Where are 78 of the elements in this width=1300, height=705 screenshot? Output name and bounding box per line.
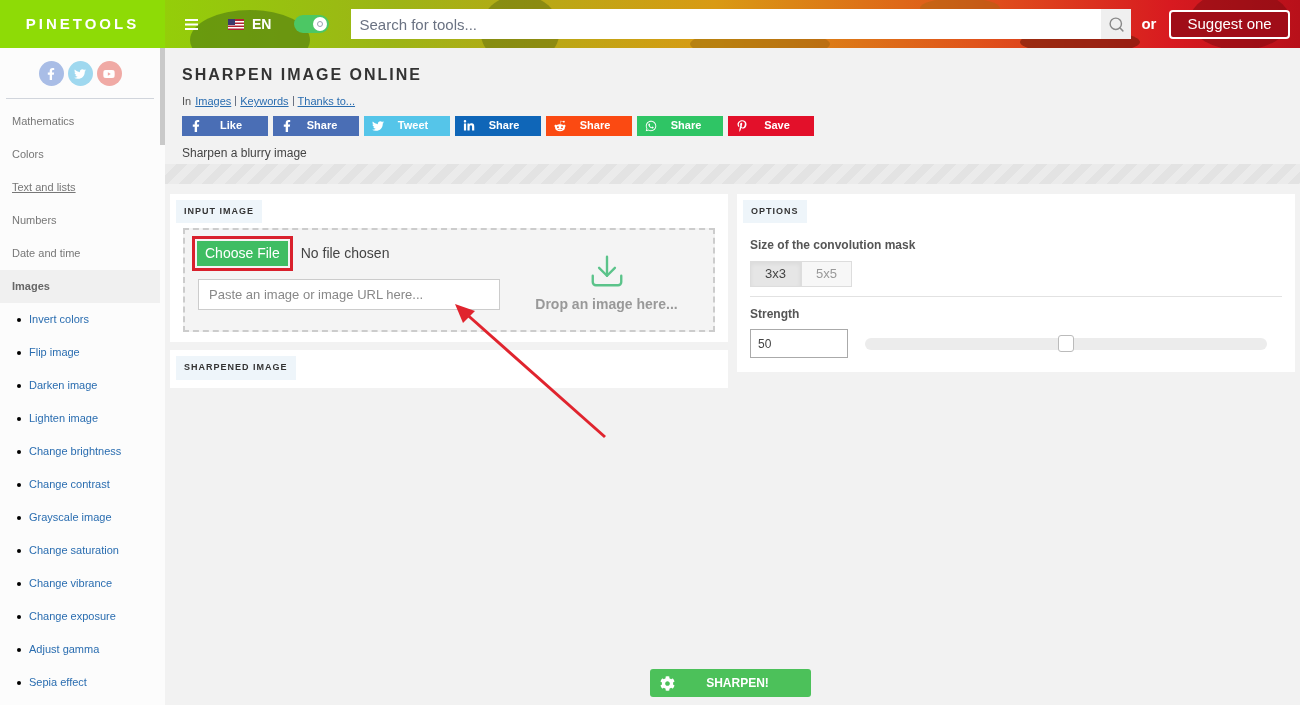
bullet-icon <box>17 581 21 586</box>
tool-link[interactable]: Flip image <box>29 344 80 361</box>
bullet-icon <box>17 350 21 355</box>
bullet-icon <box>17 614 21 619</box>
f-letter-icon <box>190 119 202 132</box>
breadcrumb-link[interactable]: Thanks to... <box>297 93 356 110</box>
bullet-icon <box>17 515 21 520</box>
mask-label: Size of the convolution mask <box>750 237 917 254</box>
bird-icon <box>74 67 86 80</box>
share-button[interactable]: Share <box>546 115 632 136</box>
bullet-icon <box>17 680 21 685</box>
play-icon <box>103 67 115 80</box>
file-status: No file chosen <box>300 244 390 263</box>
page-title: SHARPEN IMAGE ONLINE <box>182 65 423 85</box>
tool-link[interactable]: Change vibrance <box>29 575 113 592</box>
gear-icon <box>659 675 675 691</box>
share-button[interactable]: Save <box>728 115 814 136</box>
breadcrumb-prefix: In <box>182 94 192 109</box>
tool-link[interactable]: Lighten image <box>29 410 99 427</box>
or-label: or <box>1141 13 1157 34</box>
search-button[interactable] <box>1101 9 1132 39</box>
share-button[interactable]: Share <box>455 115 541 136</box>
mask-option[interactable]: 3x3 <box>750 261 801 287</box>
category-item[interactable]: Numbers <box>0 204 160 237</box>
tool-link[interactable]: Darken image <box>29 377 98 394</box>
f-letter-icon <box>45 67 57 80</box>
category-item[interactable]: Text and lists <box>0 171 160 204</box>
dark-mode-toggle[interactable] <box>294 15 330 33</box>
bullet-icon <box>17 317 21 322</box>
tool-link[interactable]: Change contrast <box>29 476 110 493</box>
bird-icon <box>372 119 384 132</box>
phone-bubble-icon <box>645 119 657 132</box>
tool-link[interactable]: Invert colors <box>29 311 89 328</box>
search-field[interactable]: Search for tools... <box>351 9 1102 39</box>
panel-title: INPUT IMAGE <box>176 199 262 223</box>
tool-link[interactable]: Change saturation <box>29 542 119 559</box>
page-description: Sharpen a blurry image <box>182 144 308 162</box>
tool-link[interactable]: Sepia effect <box>29 674 87 691</box>
category-item[interactable]: Images <box>0 270 160 303</box>
category-item[interactable]: Mathematics <box>0 105 160 138</box>
alien-icon <box>554 119 566 132</box>
bullet-icon <box>17 383 21 388</box>
breadcrumb-link[interactable]: Keywords <box>240 93 289 110</box>
breadcrumb-link[interactable]: Images <box>195 93 232 110</box>
url-field[interactable]: Paste an image or image URL here... <box>198 279 500 310</box>
strength-label: Strength <box>750 306 801 323</box>
tool-link[interactable]: Change exposure <box>29 608 116 625</box>
strength-slider[interactable] <box>865 337 1267 350</box>
menu-icon[interactable] <box>185 18 198 30</box>
bullet-icon <box>17 449 21 454</box>
tool-link[interactable]: Change brightness <box>29 443 122 460</box>
category-item[interactable]: Date and time <box>0 237 160 270</box>
panel-title: SHARPENED IMAGE <box>176 356 296 380</box>
drop-zone-text: Drop an image here... <box>535 294 678 314</box>
flag-icon[interactable] <box>228 18 244 30</box>
tool-link[interactable]: Adjust gamma <box>29 641 100 658</box>
scrollbar[interactable] <box>160 48 165 145</box>
share-button[interactable]: Share <box>273 115 359 136</box>
search-icon <box>1107 15 1125 33</box>
social-link[interactable] <box>38 61 64 86</box>
f-letter-icon <box>281 119 293 132</box>
tool-link[interactable]: Grayscale image <box>29 509 112 526</box>
suggest-button[interactable]: Suggest one <box>1169 9 1290 39</box>
bullet-icon <box>17 482 21 487</box>
bullet-icon <box>17 416 21 421</box>
panel-title: OPTIONS <box>743 199 807 223</box>
mask-option[interactable]: 5x5 <box>801 261 852 287</box>
social-link[interactable] <box>96 61 122 86</box>
language-label[interactable]: EN <box>252 13 272 35</box>
share-button[interactable]: Like <box>182 115 268 136</box>
category-item[interactable]: Colors <box>0 138 160 171</box>
p-letter-icon <box>736 119 748 132</box>
bullet-icon <box>17 548 21 553</box>
in-letters-icon <box>463 119 475 132</box>
bullet-icon <box>17 647 21 652</box>
slider-thumb[interactable] <box>1058 334 1074 352</box>
strength-field[interactable]: 50 <box>750 329 848 358</box>
social-link[interactable] <box>67 61 93 86</box>
